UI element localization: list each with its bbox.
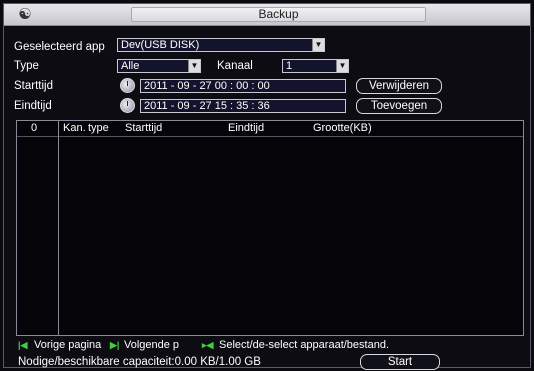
column-header-size: Grootte(KB) [313,122,372,134]
select-hint-label: Select/de-select apparaat/bestand. [219,339,390,351]
end-time-label: Eindtijd [14,100,52,112]
column-header-channel: Kan. [63,122,86,134]
prev-page-label[interactable]: Vorige pagina [34,338,101,352]
device-select-value: Dev(USB DISK) [121,39,200,51]
title-bar: ☯ Backup [4,4,530,26]
dropdown-arrow-icon: ▼ [336,60,348,72]
start-time-field[interactable]: 2011 - 09 - 27 00 : 00 : 00 [140,79,346,93]
column-header-type: type [88,122,109,134]
window-title: Backup [258,7,299,21]
type-label: Type [14,60,39,72]
type-select[interactable]: Alle ▼ [117,59,201,73]
column-header-start-time: Starttijd [125,122,163,134]
clock-icon[interactable] [120,78,135,93]
end-time-value: 2011 - 09 - 27 15 : 35 : 36 [144,100,270,112]
type-select-value: Alle [121,60,140,72]
title-strip: Backup [131,7,426,22]
prev-page-icon[interactable]: |◀ [18,340,27,350]
dropdown-arrow-icon: ▼ [188,60,200,72]
channel-select-value: 1 [286,60,293,72]
start-time-value: 2011 - 09 - 27 00 : 00 : 00 [144,80,270,92]
column-header-index: 0 [31,122,38,134]
device-label: Geselecteerd app [14,41,105,53]
column-header-end-time: Eindtijd [228,122,265,134]
add-button[interactable]: Toevoegen [356,98,442,114]
capacity-text: Nodige/beschikbare capaciteit:0.00 KB/1.… [18,356,261,368]
channel-select[interactable]: 1 ▼ [282,59,349,73]
channel-label: Kanaal [217,60,253,72]
next-page-icon[interactable]: ▶| [110,340,119,350]
table-header: 0 Kan. type Starttijd Eindtijd Grootte(K… [17,121,523,137]
start-time-label: Starttijd [14,80,53,92]
end-time-field[interactable]: 2011 - 09 - 27 15 : 35 : 36 [140,99,346,113]
logo-icon: ☯ [18,6,32,23]
delete-button[interactable]: Verwijderen [356,78,442,94]
next-page-label[interactable]: Volgende p [124,338,179,352]
backup-window: ☯ Backup Geselecteerd app Dev(USB DISK) … [3,3,531,370]
table-column-divider [58,121,59,335]
dropdown-arrow-icon: ▼ [312,39,324,51]
device-select[interactable]: Dev(USB DISK) ▼ [117,38,325,52]
select-icon: ▸◀ [202,340,214,350]
start-button[interactable]: Start [360,354,440,370]
file-table[interactable]: 0 Kan. type Starttijd Eindtijd Grootte(K… [16,120,524,336]
clock-icon[interactable] [120,98,135,113]
